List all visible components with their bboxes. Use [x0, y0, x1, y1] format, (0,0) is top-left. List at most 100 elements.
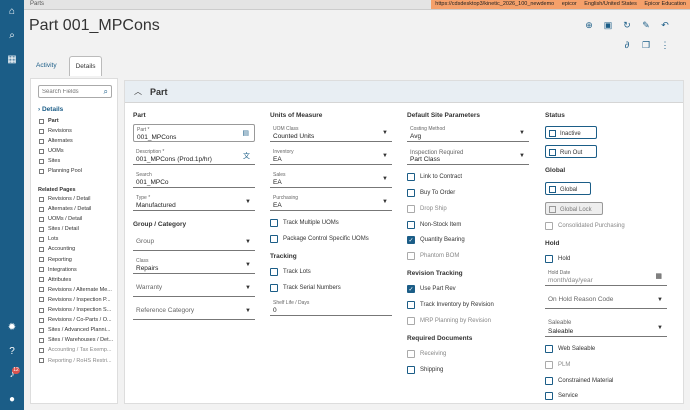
reference-category-select[interactable]: Reference Category ▼ [133, 302, 255, 320]
checkbox-box[interactable] [270, 284, 278, 292]
list-item[interactable]: Attributes [39, 275, 115, 285]
checkbox-box[interactable] [545, 222, 553, 230]
list-item[interactable]: Revisions / Co-Parts / O... [39, 315, 115, 325]
checkbox-box[interactable] [545, 377, 553, 385]
checkbox-box[interactable] [270, 219, 278, 227]
checkbox-box[interactable] [270, 268, 278, 276]
purchasing-uom-select[interactable]: Purchasing EA ▼ [270, 193, 392, 211]
search-field[interactable]: Search 001_MPCo [133, 170, 255, 188]
checkbox-box[interactable] [407, 252, 415, 260]
global-lock-toggle[interactable]: Global Lock [545, 202, 603, 215]
copy-icon[interactable]: ❐ [641, 40, 651, 50]
list-item[interactable]: Revisions / Alternate Me... [39, 285, 115, 295]
checkbox-box[interactable] [545, 361, 553, 369]
global-toggle[interactable]: Global [545, 182, 591, 195]
search-icon[interactable]: ⌕ [6, 29, 18, 41]
class-select[interactable]: Class Repairs ▼ [133, 256, 255, 274]
tab-activity[interactable]: Activity [30, 56, 63, 76]
list-item[interactable]: Sites / Warehouses / Det... [39, 335, 115, 345]
non-stock-item-checkbox[interactable]: Non-Stock Item [407, 221, 461, 229]
checkbox-box[interactable] [545, 392, 553, 400]
translate-icon[interactable]: 文 [243, 151, 250, 161]
details-section-label[interactable]: › Details [38, 106, 63, 113]
constrained-material-checkbox[interactable]: Constrained Material [545, 377, 613, 385]
list-item[interactable]: Sites [39, 156, 115, 166]
breadcrumb[interactable]: Parts [30, 1, 44, 7]
costing-method-select[interactable]: Costing Method Avg ▼ [407, 124, 529, 142]
drop-ship-checkbox[interactable]: Drop Ship [407, 205, 447, 213]
list-item[interactable]: Accounting / Tax Exemp... [39, 345, 115, 355]
checkbox-box[interactable] [407, 173, 415, 181]
inventory-uom-select[interactable]: Inventory EA ▼ [270, 147, 392, 165]
undo-icon[interactable]: ↶ [660, 20, 670, 30]
refresh-icon[interactable]: ↻ [622, 20, 632, 30]
user-icon[interactable]: ● [6, 393, 18, 405]
group-select[interactable]: Group ▼ [133, 233, 255, 251]
track-multiple-uoms-checkbox[interactable]: Track Multiple UOMs [270, 219, 339, 227]
checkbox-box[interactable] [407, 205, 415, 213]
plm-checkbox[interactable]: PLM [545, 361, 570, 369]
description-field[interactable]: Description * 001_MPCons (Prod.1p/hr) 文 [133, 147, 255, 165]
list-item[interactable]: Part [39, 116, 115, 126]
document-icon[interactable]: ▤ [242, 129, 249, 137]
checkbox-box[interactable] [407, 366, 415, 374]
web-saleable-checkbox[interactable]: Web Saleable [545, 345, 595, 353]
consolidated-purchasing-checkbox[interactable]: Consolidated Purchasing [545, 222, 625, 230]
checkbox-box[interactable] [407, 350, 415, 358]
checkmark-icon[interactable]: ✓ [407, 285, 415, 293]
list-item[interactable]: Revisions / Inspection S... [39, 305, 115, 315]
list-item[interactable]: Integrations [39, 265, 115, 275]
hold-checkbox[interactable]: Hold [545, 255, 570, 263]
quantity-bearing-checkbox[interactable]: ✓ Quantity Bearing [407, 236, 465, 244]
checkbox-box[interactable] [545, 345, 553, 353]
hold-date-field[interactable]: Hold Date month/day/year ▦ [545, 268, 667, 286]
calendar-icon[interactable]: ▦ [655, 272, 662, 280]
checkbox-box[interactable] [407, 221, 415, 229]
saleable-select[interactable]: Saleable Saleable ▼ [545, 319, 667, 337]
type-select[interactable]: Type * Manufactured ▼ [133, 193, 255, 211]
inactive-toggle[interactable]: Inactive [545, 126, 597, 139]
service-checkbox[interactable]: Service [545, 392, 578, 400]
checkbox-box[interactable] [545, 255, 553, 263]
list-item[interactable]: Alternates [39, 136, 115, 146]
warranty-select[interactable]: Warranty ▼ [133, 279, 255, 297]
on-hold-reason-select[interactable]: On Hold Reason Code ▼ [545, 291, 667, 309]
list-item[interactable]: Accounting [39, 244, 115, 254]
attachment-icon[interactable]: ∂ [622, 40, 632, 50]
more-icon[interactable]: ⋮ [660, 40, 670, 50]
save-icon[interactable]: ▣ [603, 20, 613, 30]
list-item[interactable]: Sites / Advanced Planni... [39, 325, 115, 335]
apps-grid-icon[interactable]: ▦ [6, 53, 18, 65]
sales-uom-select[interactable]: Sales EA ▼ [270, 170, 392, 188]
tab-details[interactable]: Details [68, 56, 103, 76]
list-item[interactable]: Revisions [39, 126, 115, 136]
list-item[interactable]: Revisions / Inspection P... [39, 295, 115, 305]
list-item[interactable]: Reporting [39, 255, 115, 265]
checkbox-box[interactable] [407, 189, 415, 197]
link-to-contract-checkbox[interactable]: Link to Contract [407, 173, 462, 181]
inspection-required-select[interactable]: Inspection Required Part Class ▼ [407, 147, 529, 165]
mrp-planning-by-revision-checkbox[interactable]: MRP Planning by Revision [407, 317, 491, 325]
section-header[interactable]: ︿ Part [125, 81, 683, 103]
search-fields-input[interactable] [39, 86, 99, 97]
track-inventory-by-revision-checkbox[interactable]: Track Inventory by Revision [407, 301, 494, 309]
receiving-checkbox[interactable]: Receiving [407, 350, 446, 358]
list-item[interactable]: Alternates / Detail [39, 204, 115, 214]
shipping-checkbox[interactable]: Shipping [407, 366, 443, 374]
list-item[interactable]: Reporting / RoHS Restri... [39, 356, 115, 366]
list-item[interactable]: Sites / Detail [39, 224, 115, 234]
chevron-up-icon[interactable]: ︿ [134, 86, 142, 97]
list-item[interactable]: Planning Pool [39, 166, 115, 176]
add-icon[interactable]: ⊕ [584, 20, 594, 30]
package-control-checkbox[interactable]: Package Control Specific UOMs [270, 235, 369, 243]
part-field[interactable]: Part * 001_MPCons ▤ [133, 124, 255, 142]
list-item[interactable]: Revisions / Detail [39, 194, 115, 204]
list-item[interactable]: UOMs [39, 146, 115, 156]
search-icon[interactable]: ⌕ [104, 87, 108, 97]
checkmark-icon[interactable]: ✓ [407, 236, 415, 244]
use-part-rev-checkbox[interactable]: ✓ Use Part Rev [407, 285, 456, 293]
track-lots-checkbox[interactable]: Track Lots [270, 268, 311, 276]
checkbox-box[interactable] [270, 235, 278, 243]
run-out-toggle[interactable]: Run Out [545, 145, 597, 158]
list-item[interactable]: Lots [39, 234, 115, 244]
